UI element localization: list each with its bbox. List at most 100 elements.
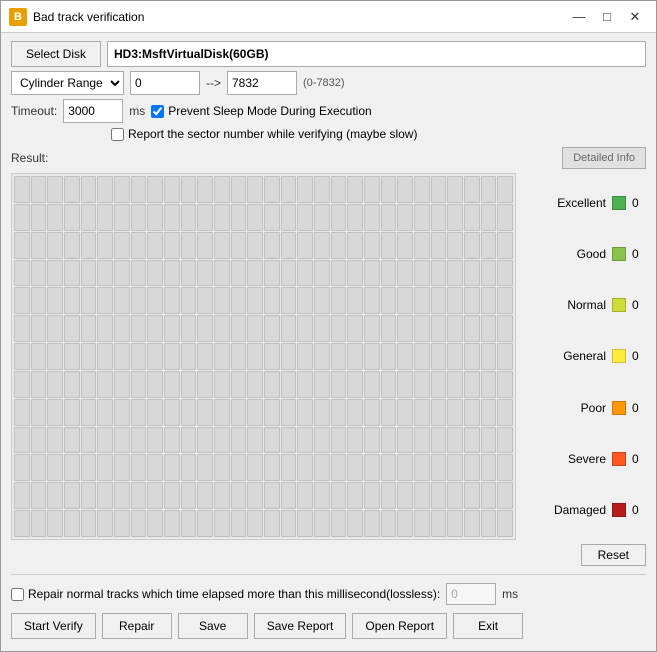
- grid-cell: [147, 204, 163, 231]
- result-label: Result:: [11, 151, 48, 165]
- grid-cell: [81, 510, 97, 537]
- bottom-btn-save[interactable]: Save: [178, 613, 248, 639]
- repair-checkbox[interactable]: [11, 588, 24, 601]
- grid-cell: [314, 454, 330, 481]
- bottom-btn-repair[interactable]: Repair: [102, 613, 172, 639]
- legend-name: Normal: [567, 298, 606, 312]
- grid-cell: [331, 176, 347, 203]
- grid-cell: [281, 315, 297, 342]
- grid-cell: [14, 232, 30, 259]
- grid-cell: [481, 454, 497, 481]
- grid-cell: [31, 260, 47, 287]
- grid-cell: [247, 287, 263, 314]
- grid-cell: [331, 454, 347, 481]
- grid-cell: [181, 260, 197, 287]
- minimize-button[interactable]: —: [566, 6, 592, 28]
- grid-cell: [364, 232, 380, 259]
- grid-cell: [447, 399, 463, 426]
- grid-cell: [481, 204, 497, 231]
- app-icon: B: [9, 8, 27, 26]
- cylinder-to-input[interactable]: [227, 71, 297, 95]
- prevent-sleep-checkbox[interactable]: [151, 105, 164, 118]
- grid-cell: [214, 287, 230, 314]
- legend-name: General: [563, 349, 606, 363]
- grid-cell: [364, 510, 380, 537]
- legend-name: Good: [577, 247, 606, 261]
- detailed-info-button[interactable]: Detailed Info: [562, 147, 646, 169]
- grid-cell: [281, 343, 297, 370]
- grid-cell: [497, 343, 513, 370]
- grid-cell: [181, 343, 197, 370]
- grid-cell: [197, 510, 213, 537]
- report-sector-checkbox-label[interactable]: Report the sector number while verifying…: [111, 127, 417, 141]
- repair-checkbox-label[interactable]: Repair normal tracks which time elapsed …: [11, 587, 440, 601]
- report-sector-text: Report the sector number while verifying…: [128, 127, 417, 141]
- grid-cell: [314, 510, 330, 537]
- grid-cell: [147, 176, 163, 203]
- maximize-button[interactable]: □: [594, 6, 620, 28]
- grid-cell: [97, 232, 113, 259]
- grid-cell: [64, 427, 80, 454]
- grid-cell: [231, 343, 247, 370]
- main-window: B Bad track verification — □ ✕ Select Di…: [0, 0, 657, 652]
- grid-cell: [264, 510, 280, 537]
- bottom-btn-save-report[interactable]: Save Report: [254, 613, 347, 639]
- grid-cell: [214, 176, 230, 203]
- grid-cell: [47, 204, 63, 231]
- grid-cell: [281, 204, 297, 231]
- close-button[interactable]: ✕: [622, 6, 648, 28]
- grid-cell: [181, 176, 197, 203]
- grid-cell: [481, 399, 497, 426]
- grid-cell: [414, 343, 430, 370]
- bottom-btn-start-verify[interactable]: Start Verify: [11, 613, 96, 639]
- grid-cell: [431, 343, 447, 370]
- legend-item: Severe 0: [526, 452, 646, 466]
- grid-cell: [297, 315, 313, 342]
- grid-cell: [381, 371, 397, 398]
- grid-cell: [397, 482, 413, 509]
- grid-cell: [381, 482, 397, 509]
- prevent-sleep-text: Prevent Sleep Mode During Execution: [168, 104, 371, 118]
- legend-color-swatch: [612, 247, 626, 261]
- grid-cell: [31, 232, 47, 259]
- bottom-btn-exit[interactable]: Exit: [453, 613, 523, 639]
- reset-button[interactable]: Reset: [581, 544, 646, 566]
- grid-cell: [114, 454, 130, 481]
- grid-cell: [264, 427, 280, 454]
- prevent-sleep-checkbox-label[interactable]: Prevent Sleep Mode During Execution: [151, 104, 371, 118]
- grid-cell: [14, 204, 30, 231]
- grid-cell: [347, 371, 363, 398]
- grid-cell: [397, 371, 413, 398]
- grid-cell: [347, 454, 363, 481]
- repair-ms-input[interactable]: [446, 583, 496, 605]
- grid-cell: [331, 260, 347, 287]
- grid-cell: [14, 454, 30, 481]
- grid-cell: [131, 399, 147, 426]
- grid-cell: [97, 260, 113, 287]
- grid-cell: [81, 315, 97, 342]
- grid-cell: [414, 510, 430, 537]
- window-controls: — □ ✕: [566, 6, 648, 28]
- grid-cell: [297, 510, 313, 537]
- legend-count: 0: [632, 401, 646, 415]
- grid-cell: [464, 176, 480, 203]
- bottom-btn-open-report[interactable]: Open Report: [352, 613, 447, 639]
- grid-cell: [197, 399, 213, 426]
- grid-cell: [47, 454, 63, 481]
- legend-count: 0: [632, 298, 646, 312]
- select-disk-button[interactable]: Select Disk: [11, 41, 101, 67]
- grid-cell: [31, 510, 47, 537]
- grid-cell: [147, 427, 163, 454]
- grid-cell: [481, 371, 497, 398]
- grid-cell: [331, 287, 347, 314]
- cylinder-from-input[interactable]: [130, 71, 200, 95]
- grid-cell: [464, 287, 480, 314]
- timeout-input[interactable]: [63, 99, 123, 123]
- grid-cell: [231, 454, 247, 481]
- grid-cell: [81, 399, 97, 426]
- legend-count: 0: [632, 196, 646, 210]
- cylinder-range-dropdown[interactable]: Cylinder Range: [11, 71, 124, 95]
- grid-cell: [414, 287, 430, 314]
- grid-cell: [247, 427, 263, 454]
- report-sector-checkbox[interactable]: [111, 128, 124, 141]
